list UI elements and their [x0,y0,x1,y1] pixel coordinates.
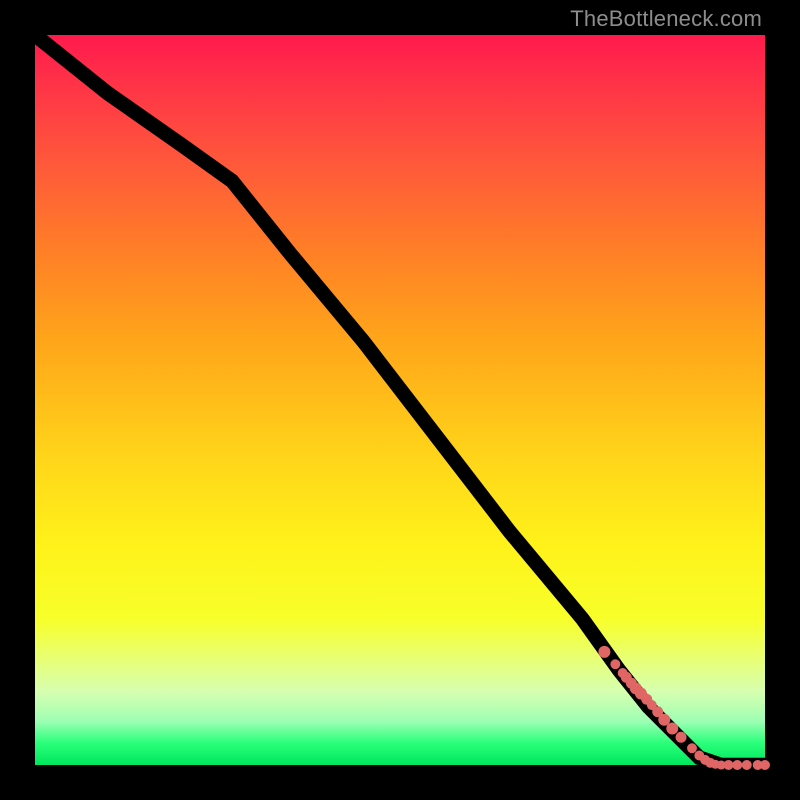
marker-dot [598,646,610,658]
marker-dot [610,659,620,669]
watermark-text: TheBottleneck.com [570,6,762,32]
marker-dot [666,723,678,735]
marker-dot [742,760,752,770]
chart-overlay [35,35,765,765]
marker-dot [760,760,770,770]
marker-dot [732,760,742,770]
marker-dot [724,760,734,770]
marker-dot [687,743,697,753]
curve-line [35,35,765,765]
marker-dot [676,732,687,743]
